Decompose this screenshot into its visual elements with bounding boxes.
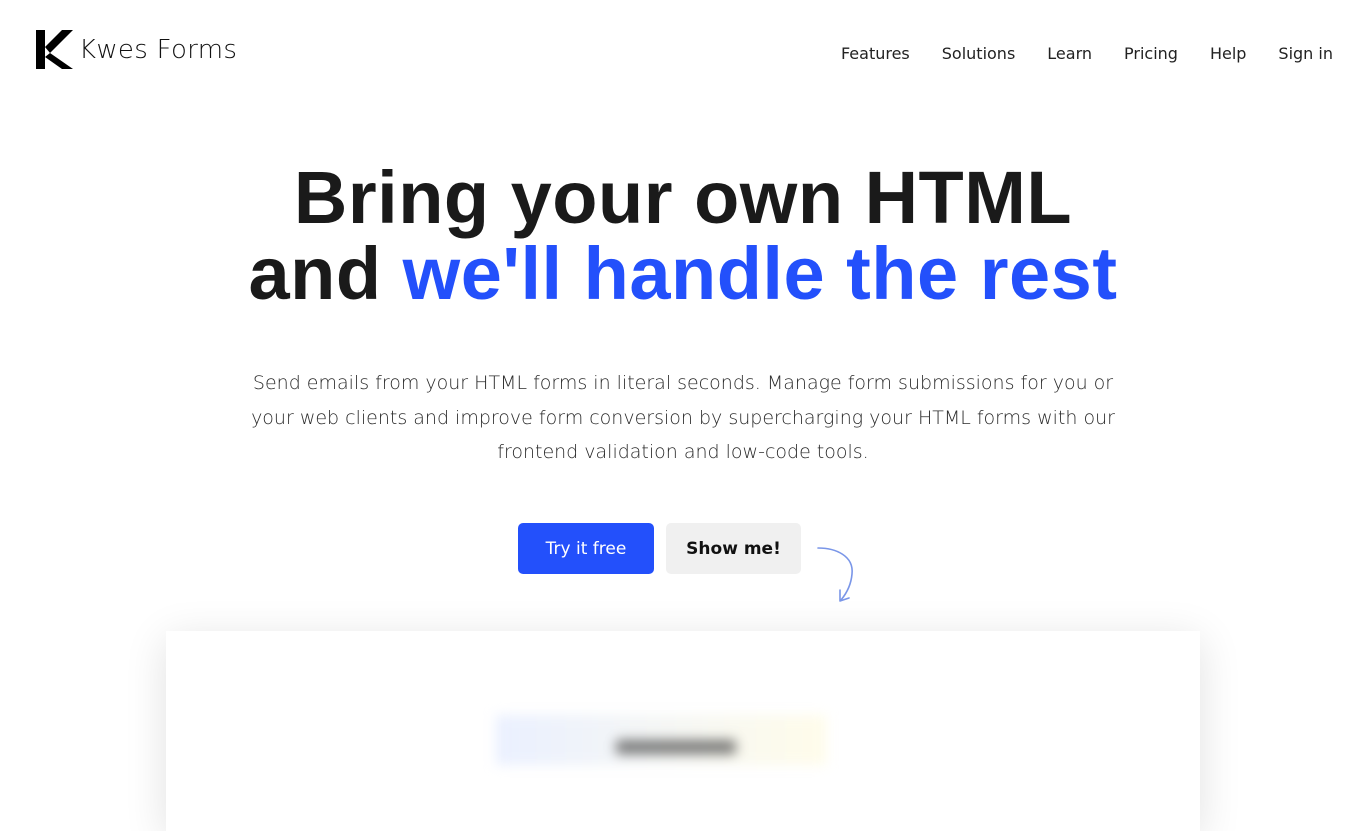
brand-logo[interactable]: Kwes Forms <box>36 30 237 69</box>
kwes-k-logo-icon <box>36 30 73 69</box>
hero-title-line1: Bring your own HTML <box>293 156 1073 239</box>
nav-item-learn[interactable]: Learn <box>1047 44 1092 64</box>
brand-name: Kwes Forms <box>79 34 238 65</box>
try-it-free-button[interactable]: Try it free <box>518 523 654 574</box>
cta-row: Try it free Show me! <box>518 523 801 574</box>
site-header: Kwes Forms Features Solutions Learn Pric… <box>0 0 1366 100</box>
nav-item-features[interactable]: Features <box>841 44 910 64</box>
nav-item-pricing[interactable]: Pricing <box>1124 44 1178 64</box>
main-nav: Features Solutions Learn Pricing Help Si… <box>809 44 1333 64</box>
nav-item-solutions[interactable]: Solutions <box>942 44 1016 64</box>
hero-title-accent: we'll handle the rest <box>402 232 1118 315</box>
nav-item-sign-in[interactable]: Sign in <box>1278 44 1333 64</box>
show-me-button[interactable]: Show me! <box>666 523 801 574</box>
hero-title-line2-prefix: and <box>248 232 403 315</box>
hero-title: Bring your own HTML and we'll handle the… <box>0 160 1366 312</box>
product-preview-card <box>166 631 1200 831</box>
nav-item-help[interactable]: Help <box>1210 44 1246 64</box>
preview-blurred-content <box>496 715 826 765</box>
curved-arrow-down-icon <box>817 547 853 602</box>
hero-subtitle: Send emails from your HTML forms in lite… <box>251 372 1115 463</box>
